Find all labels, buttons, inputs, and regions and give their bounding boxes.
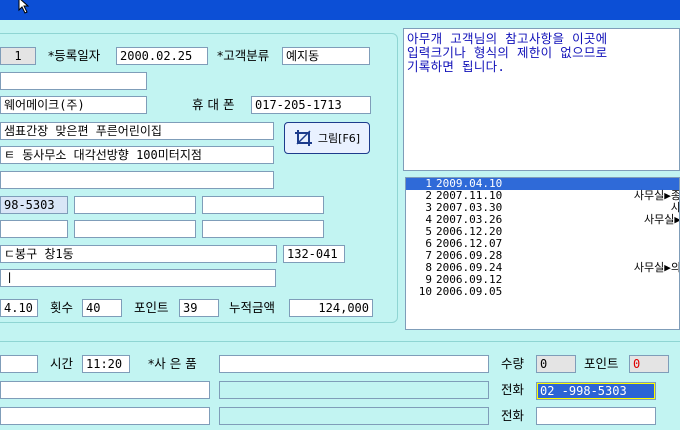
phone2-label: 전화 <box>501 408 525 423</box>
memo-line: 기록하면 됩니다. <box>407 59 506 74</box>
history-note: 사무실▶의 <box>633 261 680 274</box>
phone2-field[interactable] <box>74 196 196 214</box>
registration-date-label: *등록일자 <box>48 48 101 63</box>
name-field[interactable] <box>0 72 147 90</box>
detail-address-field[interactable]: ㅣ <box>0 269 276 287</box>
phone-label: 전화 <box>501 382 525 397</box>
phone-field-value: 02 -998-5303 <box>538 384 654 398</box>
bottom-points-label: 포인트 <box>584 356 619 371</box>
gift-label: *사 은 품 <box>148 356 197 371</box>
memo-line: 입력크기나 형식의 제한이 없으므로 <box>407 45 608 60</box>
memo-textarea[interactable]: 아무개 고객님의 참고사항을 이곳에 입력크기나 형식의 제한이 없으므로 기록… <box>403 28 680 171</box>
bottom-points-field[interactable]: 0 <box>629 355 669 373</box>
address-line2-field[interactable]: ㅌ 동사무소 대각선방향 100미터지점 <box>0 146 274 164</box>
email-field[interactable] <box>74 220 196 238</box>
phone2-field[interactable] <box>536 407 656 425</box>
count-field[interactable]: 40 <box>82 299 122 317</box>
fax-field[interactable] <box>0 220 68 238</box>
order-field-d[interactable] <box>219 407 489 425</box>
total-label: 누적금액 <box>229 300 276 315</box>
time-field[interactable]: 11:20 <box>82 355 130 373</box>
sequence-field[interactable]: 1 <box>0 47 36 65</box>
points-field[interactable]: 39 <box>179 299 219 317</box>
time-label: 시간 <box>50 356 74 371</box>
mobile-label: 휴 대 폰 <box>192 97 235 112</box>
gift-field[interactable] <box>219 355 489 373</box>
order-field-c[interactable] <box>0 407 210 425</box>
customer-class-label: *고객분류 <box>217 48 270 63</box>
history-num: 10 <box>418 285 432 298</box>
photo-button[interactable]: 그림[F6] <box>284 122 370 154</box>
history-date: 2006.09.05 <box>436 285 503 298</box>
order-field-b[interactable] <box>219 381 489 399</box>
mobile-field[interactable]: 017-205-1713 <box>251 96 371 114</box>
phone3-field[interactable] <box>202 196 324 214</box>
quantity-field[interactable]: 0 <box>536 355 576 373</box>
order-field-a[interactable] <box>0 381 210 399</box>
memo-line: 아무개 고객님의 참고사항을 이곳에 <box>407 31 608 46</box>
last-visit-field[interactable]: 4.10 <box>0 299 38 317</box>
registration-date-field[interactable]: 2000.02.25 <box>116 47 208 65</box>
crop-icon <box>294 130 312 146</box>
phone1-field[interactable]: 98-5303 <box>0 196 68 214</box>
customer-class-field[interactable]: 예지동 <box>282 47 370 65</box>
zipcode-field[interactable]: 132-041 <box>283 245 345 263</box>
visit-history-list[interactable]: 1 2009.04.10 2 2007.11.10 사무실▶종 3 2007.03.30 사 4… <box>405 177 680 330</box>
photo-button-label: 그림[F6] <box>317 132 361 145</box>
count-label: 횟수 <box>50 300 74 315</box>
title-bar <box>0 0 680 20</box>
homepage-field[interactable] <box>202 220 324 238</box>
company-field[interactable]: 웨어메이크(주) <box>0 96 147 114</box>
points-label: 포인트 <box>134 300 169 315</box>
order-date-field[interactable] <box>0 355 38 373</box>
total-field[interactable]: 124,000 <box>289 299 373 317</box>
history-note: 사무실▶ <box>644 213 680 226</box>
mouse-cursor-icon <box>18 0 30 14</box>
quantity-label: 수량 <box>501 356 525 371</box>
history-row[interactable]: 10 2006.09.05 <box>406 286 679 298</box>
address-line1-field[interactable]: 샘표간장 맞은편 푸른어린이집 <box>0 122 274 140</box>
extra-field[interactable] <box>0 171 274 189</box>
region-field[interactable]: ㄷ봉구 창1동 <box>0 245 277 263</box>
phone-field[interactable]: 02 -998-5303 <box>536 382 656 400</box>
